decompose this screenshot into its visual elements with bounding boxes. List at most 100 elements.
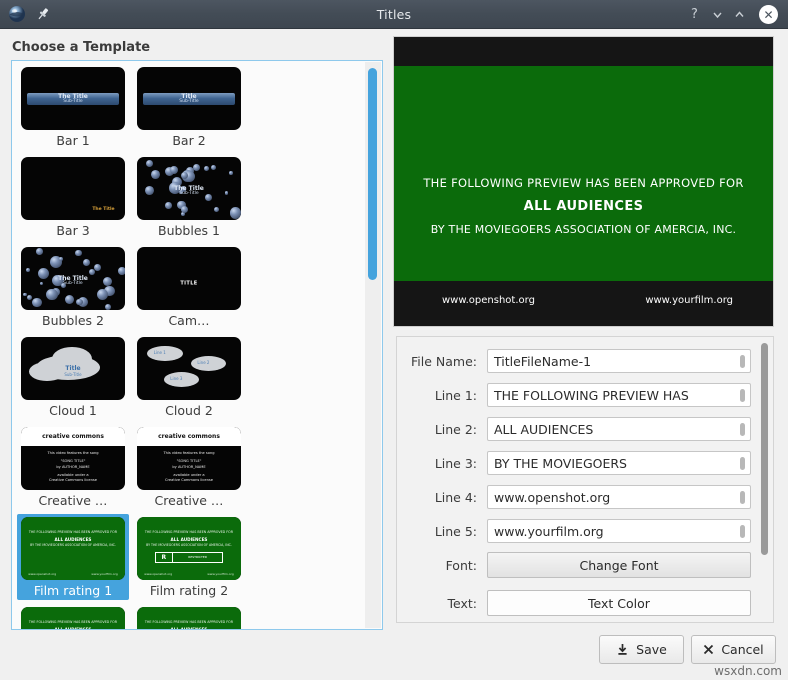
- font-label: Font:: [397, 558, 487, 573]
- thumb-line-1: THE FOLLOWING PREVIEW HAS BEEN APPROVED …: [21, 620, 125, 624]
- template-thumbnail: creative commons This video features the…: [21, 427, 125, 490]
- template-thumbnail: Line 1 Line 2 Line 3: [137, 337, 241, 400]
- thumb-text: This video features the song "SONG TITLE…: [21, 446, 125, 490]
- cancel-button[interactable]: Cancel: [691, 635, 776, 664]
- field-value: THE FOLLOWING PREVIEW HAS: [494, 388, 689, 403]
- thumb-line-2: ALL AUDIENCES: [137, 627, 241, 630]
- thumb-line-1: TITLE: [180, 280, 197, 286]
- template-item-cloud-1[interactable]: Title Sub-TitleCloud 1: [17, 334, 129, 420]
- field-handle-icon[interactable]: [740, 355, 745, 368]
- form-row: Line 1:THE FOLLOWING PREVIEW HAS: [397, 381, 751, 409]
- template-item-bar-1[interactable]: The Title Sub-TitleBar 1: [17, 64, 129, 150]
- field-handle-icon[interactable]: [740, 491, 745, 504]
- rating-text: RESTRICTED: [173, 553, 222, 562]
- bubble-decoration: [214, 207, 219, 212]
- form-row: Line 5:www.yourfilm.org: [397, 517, 751, 545]
- thumb-line-4: www.openshot.org: [144, 572, 172, 576]
- template-item-cam[interactable]: TITLE Cam…: [133, 244, 245, 330]
- field-input[interactable]: TitleFileName-1: [487, 349, 751, 373]
- preview-line-2: ALL AUDIENCES: [394, 199, 773, 214]
- thumb-line-2: Sub-Title: [21, 372, 125, 377]
- template-list[interactable]: The Title Sub-TitleBar 1 Title Sub-Title…: [11, 60, 383, 630]
- chevron-up-icon: [733, 8, 746, 21]
- template-label: Bubbles 1: [158, 223, 220, 238]
- bubble-decoration: [89, 269, 95, 275]
- template-thumbnail: Title Sub-Title: [21, 337, 125, 400]
- preview-canvas: THE FOLLOWING PREVIEW HAS BEEN APPROVED …: [394, 66, 773, 281]
- template-item-bar-3[interactable]: The TitleBar 3: [17, 154, 129, 240]
- maximize-icon[interactable]: [730, 5, 749, 24]
- save-label: Save: [636, 642, 667, 657]
- bubble-decoration: [229, 171, 233, 175]
- template-item-bubbles-2[interactable]: The Title Sub-TitleBubbles 2: [17, 244, 129, 330]
- watermark: wsxdn.com: [714, 664, 782, 678]
- field-handle-icon[interactable]: [740, 457, 745, 470]
- field-handle-icon[interactable]: [740, 423, 745, 436]
- cancel-label: Cancel: [721, 642, 763, 657]
- thumb-line-1: Line 1: [154, 350, 166, 355]
- thumb-bar: The Title Sub-Title: [27, 93, 119, 105]
- field-input[interactable]: THE FOLLOWING PREVIEW HAS: [487, 383, 751, 407]
- text-color-button[interactable]: Text Color: [487, 590, 751, 616]
- thumb-green-bg: [21, 517, 125, 580]
- template-item-cloud-2[interactable]: Line 1 Line 2 Line 3Cloud 2: [133, 334, 245, 420]
- thumb-line-1: This video features the song: [137, 451, 241, 456]
- help-icon[interactable]: ?: [685, 5, 704, 24]
- title-properties-form: File Name:TitleFileName-1 Line 1:THE FOLL…: [396, 336, 774, 623]
- template-scrollbar[interactable]: [365, 62, 381, 628]
- field-label: Line 5:: [397, 524, 487, 539]
- template-item-film-rating-4[interactable]: THE FOLLOWING PREVIEW HAS BEEN APPROVED …: [133, 604, 245, 630]
- template-grid: The Title Sub-TitleBar 1 Title Sub-Title…: [12, 61, 360, 630]
- template-thumbnail: The Title: [21, 157, 125, 220]
- field-input[interactable]: BY THE MOVIEGOERS: [487, 451, 751, 475]
- help-glyph: ?: [691, 8, 698, 21]
- save-button[interactable]: Save: [599, 635, 684, 664]
- template-thumbnail: THE FOLLOWING PREVIEW HAS BEEN APPROVED …: [137, 607, 241, 630]
- field-input[interactable]: ALL AUDIENCES: [487, 417, 751, 441]
- template-item-film-rating-3[interactable]: THE FOLLOWING PREVIEW HAS BEEN APPROVED …: [17, 604, 129, 630]
- bubble-decoration: [94, 264, 101, 271]
- creative-commons-icon: creative commons: [137, 427, 241, 446]
- bubble-decoration: [204, 166, 209, 171]
- thumb-line-3: BY THE MOVIEGOERS ASSOCIATION OF AMERCIA…: [137, 543, 241, 547]
- field-label: File Name:: [397, 354, 487, 369]
- window-title: Titles: [0, 7, 788, 22]
- thumb-line-1: THE FOLLOWING PREVIEW HAS BEEN APPROVED …: [21, 530, 125, 534]
- field-handle-icon[interactable]: [740, 525, 745, 538]
- form-row: Line 4:www.openshot.org: [397, 483, 751, 511]
- bubble-decoration: [76, 299, 83, 306]
- download-icon: [616, 643, 629, 656]
- template-label: Bar 2: [172, 133, 205, 148]
- minimize-icon[interactable]: [708, 5, 727, 24]
- font-row: Font:Change Font: [397, 551, 751, 579]
- text-label: Text:: [397, 596, 487, 611]
- field-value: ALL AUDIENCES: [494, 422, 593, 437]
- template-item-bar-2[interactable]: Title Sub-TitleBar 2: [133, 64, 245, 150]
- field-value: BY THE MOVIEGOERS: [494, 456, 627, 471]
- template-scrollbar-thumb[interactable]: [368, 68, 377, 280]
- bubble-decoration: [36, 248, 43, 255]
- form-row: Line 2:ALL AUDIENCES: [397, 415, 751, 443]
- thumb-line-2: Sub-Title: [137, 192, 241, 197]
- preview-line-3: BY THE MOVIEGOERS ASSOCIATION OF AMERCIA…: [394, 223, 773, 236]
- field-input[interactable]: www.openshot.org: [487, 485, 751, 509]
- thumb-line-2: Sub-Title: [63, 100, 82, 105]
- template-item-film-rating-1[interactable]: THE FOLLOWING PREVIEW HAS BEEN APPROVED …: [17, 514, 129, 600]
- thumb-line-3: by AUTHOR_NAME: [21, 465, 125, 470]
- field-input[interactable]: www.yourfilm.org: [487, 519, 751, 543]
- template-item-creative[interactable]: creative commons This video features the…: [17, 424, 129, 510]
- template-thumbnail: The Title Sub-Title: [21, 67, 125, 130]
- form-row: File Name:TitleFileName-1: [397, 347, 751, 375]
- bubble-decoration: [165, 202, 172, 209]
- field-label: Line 4:: [397, 490, 487, 505]
- template-item-creative[interactable]: creative commons This video features the…: [133, 424, 245, 510]
- form-scrollbar-thumb[interactable]: [761, 343, 768, 555]
- template-item-film-rating-2[interactable]: THE FOLLOWING PREVIEW HAS BEEN APPROVED …: [133, 514, 245, 600]
- thumb-line-3: by AUTHOR_NAME: [137, 465, 241, 470]
- template-item-bubbles-1[interactable]: The Title Sub-TitleBubbles 1: [133, 154, 245, 240]
- thumb-line-1: Title: [21, 365, 125, 372]
- change-font-button[interactable]: Change Font: [487, 552, 751, 578]
- field-handle-icon[interactable]: [740, 389, 745, 402]
- template-label: Cam…: [168, 313, 209, 328]
- close-button[interactable]: ✕: [759, 5, 778, 24]
